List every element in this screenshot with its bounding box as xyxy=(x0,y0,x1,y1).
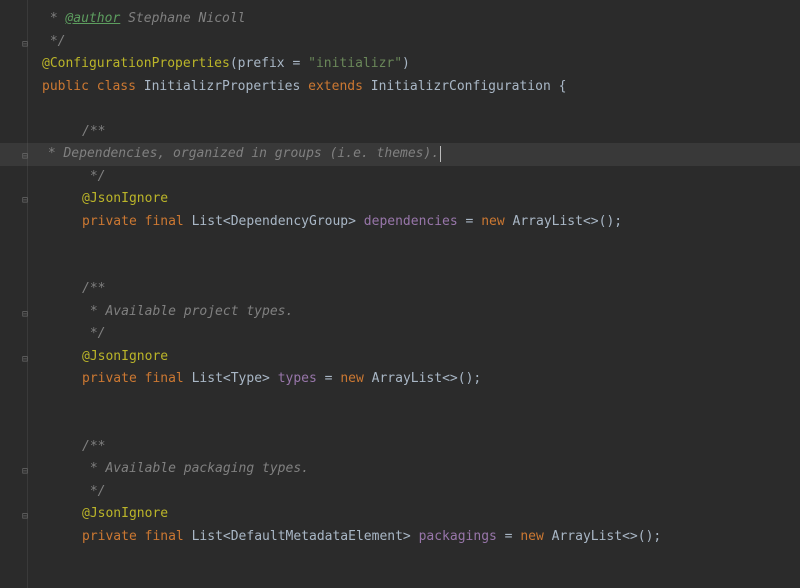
editor-gutter xyxy=(0,0,28,588)
annotation: @ConfigurationProperties xyxy=(42,56,230,71)
code-line: private final List<Type> types = new Arr… xyxy=(36,368,800,391)
code-editor[interactable]: * @author Stephane Nicoll */ @Configurat… xyxy=(36,0,800,548)
blank-line xyxy=(36,256,800,279)
code-line: */ xyxy=(36,323,800,346)
fold-marker-icon[interactable] xyxy=(22,36,32,46)
code-line: * Available project types. xyxy=(36,301,800,324)
current-line: * Dependencies, organized in groups (i.e… xyxy=(0,143,800,166)
javadoc-tag: @author xyxy=(65,11,120,26)
fold-marker-icon[interactable] xyxy=(22,192,32,202)
code-line: private final List<DefaultMetadataElemen… xyxy=(36,526,800,549)
caret-icon xyxy=(440,146,441,162)
fold-marker-icon[interactable] xyxy=(22,508,32,518)
code-line: /** xyxy=(36,436,800,459)
code-line: */ xyxy=(36,166,800,189)
fold-marker-icon[interactable] xyxy=(22,351,32,361)
code-line: * Available packaging types. xyxy=(36,458,800,481)
annotation: @JsonIgnore xyxy=(82,506,168,521)
code-line: /** xyxy=(36,121,800,144)
code-line: @JsonIgnore xyxy=(36,346,800,369)
code-line: public class InitializrProperties extend… xyxy=(36,76,800,99)
fold-marker-icon[interactable] xyxy=(22,463,32,473)
blank-line xyxy=(36,391,800,414)
code-line: @ConfigurationProperties(prefix = "initi… xyxy=(36,53,800,76)
annotation: @JsonIgnore xyxy=(82,191,168,206)
annotation: @JsonIgnore xyxy=(82,349,168,364)
code-line: @JsonIgnore xyxy=(36,188,800,211)
blank-line xyxy=(36,233,800,256)
code-line: * @author Stephane Nicoll xyxy=(36,8,800,31)
code-line: @JsonIgnore xyxy=(36,503,800,526)
blank-line xyxy=(36,413,800,436)
code-line: */ xyxy=(36,31,800,54)
code-line: private final List<DependencyGroup> depe… xyxy=(36,211,800,234)
fold-marker-icon[interactable] xyxy=(22,306,32,316)
blank-line xyxy=(36,98,800,121)
code-line: /** xyxy=(36,278,800,301)
code-line: */ xyxy=(36,481,800,504)
